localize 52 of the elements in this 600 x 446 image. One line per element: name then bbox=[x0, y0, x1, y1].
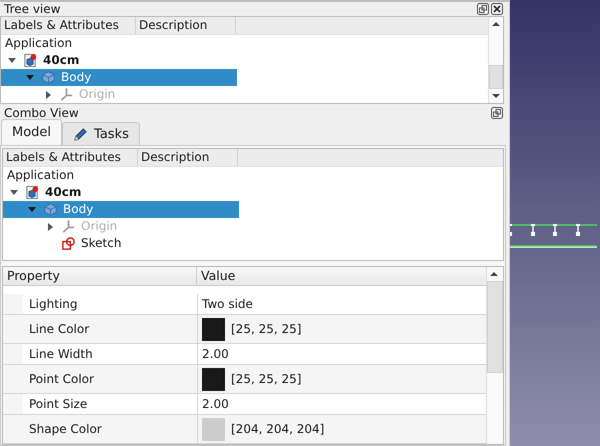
column-header[interactable]: Labels & Attributes bbox=[3, 149, 138, 166]
collapse-arrow-icon[interactable] bbox=[26, 75, 34, 80]
scrollbar[interactable] bbox=[486, 267, 503, 444]
tab[interactable]: Tasks bbox=[62, 122, 140, 145]
axes-icon bbox=[59, 87, 74, 102]
restore-icon[interactable] bbox=[477, 3, 489, 15]
panel-title: Tree view bbox=[4, 2, 60, 16]
pencil-icon bbox=[73, 126, 88, 142]
column-header[interactable]: Labels & Attributes bbox=[1, 17, 136, 34]
color-swatch[interactable] bbox=[202, 318, 225, 340]
tree-item[interactable]: 40cm bbox=[1, 52, 237, 69]
tab[interactable]: Model bbox=[1, 119, 62, 145]
tree-item[interactable]: Sketch bbox=[3, 235, 239, 252]
property-value[interactable]: [204, 204, 204] bbox=[231, 422, 324, 436]
property-name: Point Color bbox=[23, 365, 198, 393]
property-value[interactable]: 2.00 bbox=[202, 347, 229, 361]
close-icon[interactable] bbox=[491, 3, 503, 15]
property-row[interactable]: Line Color [25, 25, 25] bbox=[3, 315, 486, 344]
tree-item[interactable]: Body bbox=[3, 201, 239, 218]
property-value[interactable]: 2.00 bbox=[202, 397, 229, 411]
property-name: Line Width bbox=[23, 344, 198, 364]
document-icon bbox=[23, 53, 38, 68]
color-swatch[interactable] bbox=[202, 368, 225, 390]
cube-icon bbox=[43, 202, 58, 217]
column-header[interactable]: Description bbox=[136, 17, 236, 34]
collapse-arrow-icon[interactable] bbox=[28, 207, 36, 212]
property-value[interactable]: [25, 25, 25] bbox=[231, 372, 302, 386]
property-row[interactable]: Point Color [25, 25, 25] bbox=[3, 365, 486, 394]
tree-root-label: Application bbox=[4, 35, 72, 52]
property-name: Point Size bbox=[23, 394, 198, 414]
property-name: Lighting bbox=[23, 294, 198, 314]
property-name: Shape Color bbox=[23, 415, 198, 443]
sketch-icon bbox=[61, 236, 76, 251]
tree-item[interactable]: Body bbox=[1, 69, 237, 86]
tree-item[interactable]: 40cm bbox=[3, 184, 239, 201]
column-header[interactable]: Property bbox=[3, 267, 197, 285]
property-value[interactable]: Two side bbox=[202, 297, 253, 311]
column-header[interactable]: Description bbox=[138, 149, 238, 166]
property-row[interactable]: Shape Color [204, 204, 204] bbox=[3, 415, 486, 444]
axes-icon bbox=[61, 219, 76, 234]
color-swatch[interactable] bbox=[202, 418, 225, 440]
scrollbar[interactable] bbox=[488, 17, 503, 103]
collapse-arrow-icon[interactable] bbox=[8, 58, 16, 63]
property-name: Line Color bbox=[23, 315, 198, 343]
cube-icon bbox=[41, 70, 56, 85]
document-icon bbox=[25, 185, 40, 200]
tree-root-label: Application bbox=[6, 167, 74, 184]
restore-icon[interactable] bbox=[491, 107, 503, 119]
panel-title: Combo View bbox=[4, 106, 79, 120]
property-value[interactable]: [25, 25, 25] bbox=[231, 322, 302, 336]
column-header[interactable]: Value bbox=[197, 267, 240, 285]
collapse-arrow-icon[interactable] bbox=[10, 190, 18, 195]
